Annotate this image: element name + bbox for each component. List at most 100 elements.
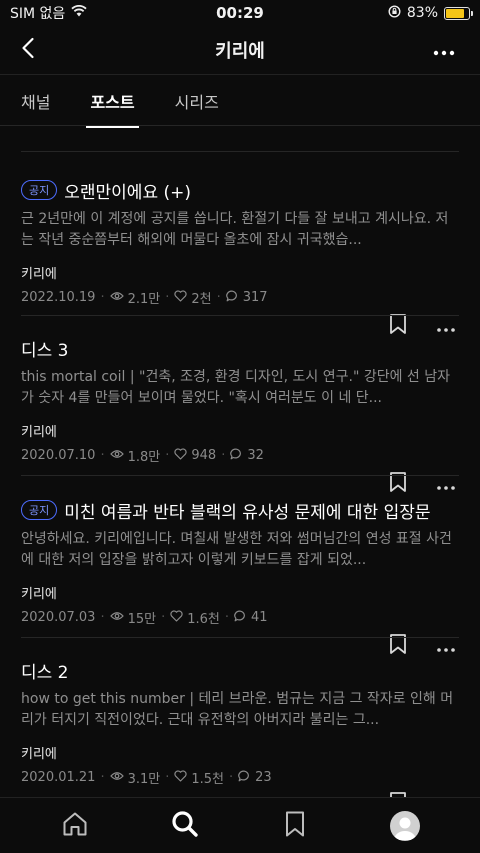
separator: ·	[165, 290, 170, 305]
comment-icon	[225, 290, 239, 306]
separator: ·	[165, 448, 170, 463]
more-horizontal-icon	[437, 637, 455, 656]
separator: ·	[100, 770, 105, 785]
separator: ·	[221, 448, 226, 463]
post-item[interactable]: 디스 3 this mortal coil | "건축, 조경, 환경 디자인,…	[21, 335, 459, 492]
nav-search-button[interactable]	[163, 804, 207, 848]
heart-icon	[170, 609, 183, 626]
comments-count: 23	[255, 770, 272, 785]
post-meta: 2020.01.21 · 3.1만 · 1.5천 · 23	[21, 768, 459, 787]
likes-stat: 1.6천	[170, 608, 220, 627]
views-count: 3.1만	[127, 772, 161, 787]
home-icon	[61, 810, 89, 842]
chevron-left-icon	[21, 37, 35, 63]
post-author[interactable]: 키리에	[21, 743, 459, 762]
post-item[interactable]: 공지 미친 여름과 반타 블랙의 유사성 문제에 대한 입장문 안녕하세요. 키…	[21, 497, 459, 654]
post-title[interactable]: 디스 2	[21, 658, 69, 683]
post-meta: 2020.07.03 · 15만 · 1.6천 · 41	[21, 608, 459, 627]
post-excerpt: 안녕하세요. 키리에입니다. 며칠새 발생한 저와 썸머님간의 연성 표절 사건…	[21, 531, 452, 568]
tab-bar: 채널 포스트 시리즈	[0, 74, 480, 128]
more-horizontal-icon	[437, 317, 455, 336]
tab-posts[interactable]: 포스트	[86, 75, 139, 128]
post-author[interactable]: 키리에	[21, 583, 459, 602]
post-date: 2022.10.19	[21, 290, 96, 305]
eye-icon	[109, 448, 124, 463]
views-stat: 2.1만	[109, 288, 161, 307]
divider	[21, 637, 459, 638]
comment-icon	[230, 448, 243, 464]
post-item[interactable]: 디스 2 how to get this number | 테리 브라운. 범규…	[21, 657, 459, 797]
heart-icon	[174, 447, 187, 464]
status-right: 83%	[320, 4, 473, 22]
separator: ·	[100, 610, 105, 625]
comments-stat: 23	[238, 770, 272, 786]
wifi-icon	[71, 4, 87, 21]
views-count: 1.8만	[127, 450, 161, 465]
likes-stat: 1.5천	[174, 768, 224, 787]
back-button[interactable]	[14, 36, 42, 64]
eye-icon	[109, 770, 124, 785]
post-date: 2020.07.10	[21, 448, 96, 463]
status-left: SIM 없음	[10, 3, 160, 23]
divider	[21, 315, 459, 316]
views-count: 2.1만	[127, 292, 161, 307]
views-stat: 1.8만	[109, 446, 161, 465]
post-author[interactable]: 키리에	[21, 421, 459, 440]
post-excerpt: how to get this number | 테리 브라운. 범규는 지금 …	[21, 691, 454, 728]
nav-home-button[interactable]	[53, 804, 97, 848]
views-count: 15만	[127, 612, 157, 627]
comment-icon	[238, 770, 251, 786]
post-excerpt: this mortal coil | "건축, 조경, 환경 디자인, 도시 연…	[21, 369, 451, 406]
post-title[interactable]: 오랜만이에요 (+)	[64, 178, 191, 203]
post-meta: 2020.07.10 · 1.8만 · 948 · 32	[21, 446, 459, 465]
heart-icon	[174, 769, 187, 786]
battery-icon	[444, 6, 473, 20]
page-title: 키리에	[215, 41, 265, 62]
likes-count: 2천	[191, 292, 212, 307]
battery-level	[446, 8, 465, 18]
comments-count: 41	[251, 610, 268, 625]
tab-series[interactable]: 시리즈	[175, 75, 219, 127]
post-item[interactable]: 공지 오랜만이에요 (+) 근 2년만에 이 계정에 공지를 씁니다. 환절기 …	[21, 177, 459, 334]
orientation-lock-icon	[388, 4, 401, 22]
likes-count: 948	[191, 448, 217, 463]
separator: ·	[216, 290, 221, 305]
nav-bookmark-button[interactable]	[273, 804, 317, 848]
post-date: 2020.01.21	[21, 770, 96, 785]
tab-channel[interactable]: 채널	[21, 75, 50, 127]
bottom-nav	[0, 797, 480, 853]
likes-stat: 2천	[174, 288, 212, 307]
separator: ·	[224, 610, 230, 625]
likes-count: 1.6천	[187, 612, 220, 627]
views-stat: 3.1만	[109, 768, 161, 787]
comments-count: 317	[242, 290, 268, 305]
comments-stat: 32	[230, 448, 264, 464]
carrier-label: SIM 없음	[10, 6, 66, 22]
post-author[interactable]: 키리에	[21, 263, 459, 282]
post-title-row: 디스 2	[21, 657, 459, 683]
post-title-row: 공지 오랜만이에요 (+)	[21, 177, 459, 203]
likes-stat: 948	[174, 447, 217, 464]
more-options-button[interactable]	[430, 36, 458, 64]
views-stat: 15만	[109, 608, 157, 627]
separator: ·	[229, 770, 234, 785]
more-horizontal-icon	[437, 475, 455, 494]
post-title-row: 공지 미친 여름과 반타 블랙의 유사성 문제에 대한 입장문	[21, 497, 459, 523]
separator: ·	[161, 610, 166, 625]
post-title[interactable]: 미친 여름과 반타 블랙의 유사성 문제에 대한 입장문	[64, 498, 430, 523]
post-feed[interactable]: 공지 오랜만이에요 (+) 근 2년만에 이 계정에 공지를 씁니다. 환절기 …	[0, 127, 480, 797]
post-date: 2020.07.03	[21, 610, 96, 625]
separator: ·	[165, 770, 170, 785]
nav-profile-button[interactable]	[383, 804, 427, 848]
comments-stat: 317	[225, 290, 268, 306]
separator: ·	[100, 290, 105, 305]
post-title-row: 디스 3	[21, 335, 459, 361]
divider	[21, 475, 459, 476]
eye-icon	[109, 610, 124, 625]
heart-icon	[174, 289, 187, 306]
comments-count: 32	[247, 448, 264, 463]
notice-badge: 공지	[21, 500, 58, 520]
app-header: 키리에	[0, 26, 480, 74]
notice-badge: 공지	[21, 180, 58, 200]
post-title[interactable]: 디스 3	[21, 336, 69, 361]
